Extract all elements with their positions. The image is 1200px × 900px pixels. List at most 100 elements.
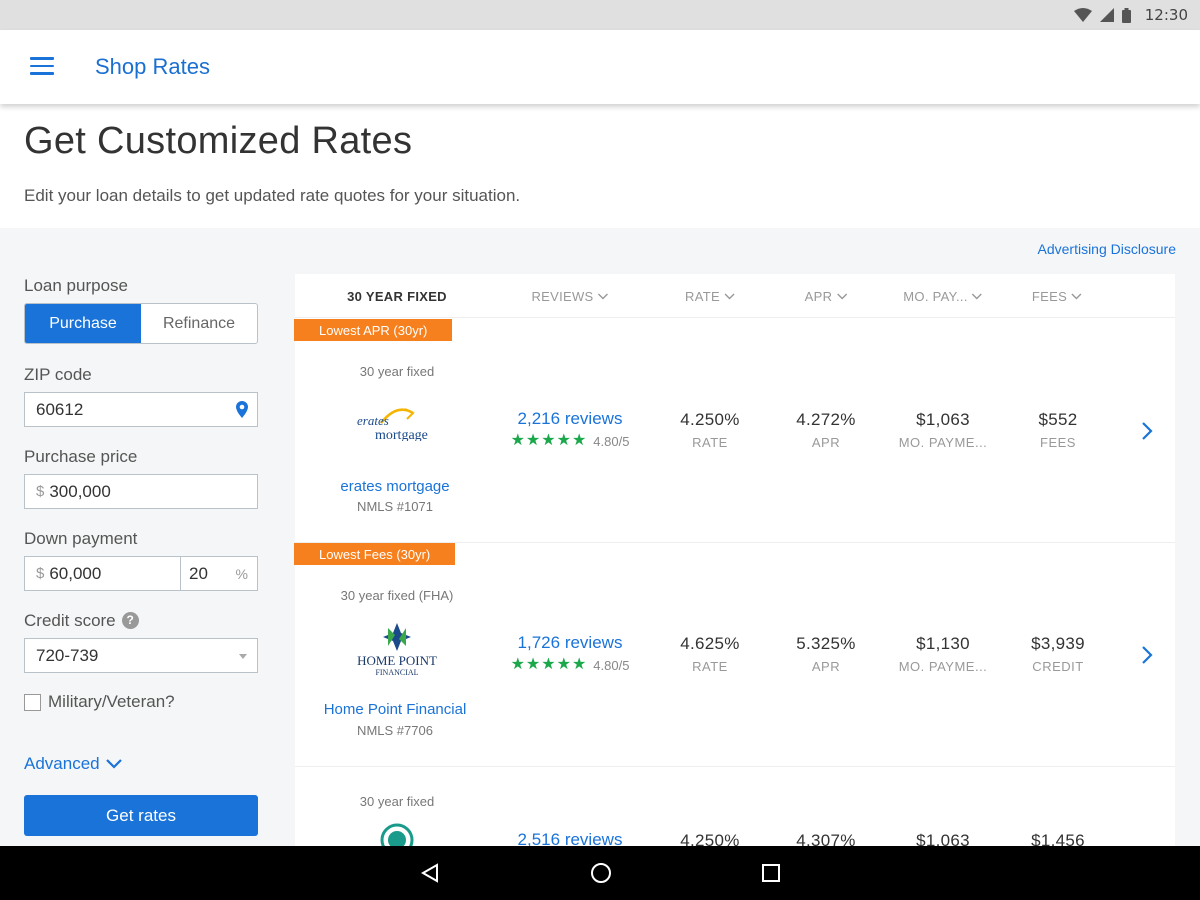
refinance-option[interactable]: Refinance: [141, 304, 257, 343]
loan-type: 30 year fixed (FHA): [340, 588, 454, 603]
col-header-reviews-label: REVIEWS: [531, 289, 594, 304]
wifi-icon: [1073, 8, 1092, 22]
lender-name-link[interactable]: Home Point Financial: [324, 701, 467, 718]
system-nav-bar: [0, 846, 1200, 900]
star-icon: ★: [525, 656, 541, 673]
rating-score: 4.80/5: [593, 433, 630, 449]
home-icon[interactable]: [590, 862, 612, 884]
credit-score-label-text: Credit score: [24, 611, 116, 630]
apr-value: 4.272%: [796, 410, 856, 429]
home-point-financial-logo: HOME POINT FINANCIAL: [352, 621, 442, 682]
col-header-apr-label: APR: [804, 289, 833, 304]
col-header-apr[interactable]: APR: [805, 289, 848, 304]
back-icon[interactable]: [420, 863, 440, 883]
chevron-down-icon: [972, 293, 983, 300]
status-time: 12:30: [1144, 6, 1188, 24]
chevron-right-icon[interactable]: [1141, 421, 1153, 441]
zip-value: 60612: [36, 399, 84, 419]
logo-text-line-1: HOME POINT: [357, 653, 437, 668]
rate-row[interactable]: Lowest APR (30yr) 30 year fixed erates m…: [294, 319, 1175, 543]
rate-value: 4.625%: [680, 634, 740, 653]
military-veteran-row: Military/Veteran?: [24, 692, 175, 712]
star-icon: ★: [556, 656, 571, 673]
payment-label: MO. PAYME...: [898, 435, 988, 450]
chevron-down-icon: [724, 293, 735, 300]
col-header-fees[interactable]: FEES: [1032, 289, 1082, 304]
credit-score-label: Credit score?: [24, 611, 139, 631]
advertising-disclosure-link[interactable]: Advertising Disclosure: [1038, 241, 1177, 257]
menu-icon[interactable]: [30, 57, 54, 77]
rate-label: RATE: [692, 659, 728, 674]
rate-row[interactable]: Lowest Fees (30yr) 30 year fixed (FHA) H…: [294, 543, 1175, 767]
loan-purpose-label: Loan purpose: [24, 276, 128, 295]
advanced-toggle[interactable]: Advanced: [24, 754, 122, 774]
down-payment-amount-input[interactable]: $ 60,000: [24, 556, 181, 591]
chevron-right-icon[interactable]: [1141, 645, 1153, 665]
battery-icon: [1121, 7, 1131, 23]
col-header-rate[interactable]: RATE: [685, 289, 735, 304]
credit-label: CREDIT: [1032, 659, 1084, 674]
reviews-link[interactable]: 2,216 reviews: [518, 409, 623, 429]
help-icon[interactable]: ?: [121, 611, 139, 629]
lender-name-link[interactable]: erates mortgage: [340, 478, 449, 495]
star-icon: ★: [525, 432, 541, 449]
advanced-label: Advanced: [24, 754, 100, 773]
col-header-product-label: 30 YEAR FIXED: [347, 289, 447, 304]
price-input[interactable]: $ 300,000: [24, 474, 258, 509]
page-subtitle: Edit your loan details to get updated ra…: [24, 186, 521, 205]
down-payment-label: Down payment: [24, 529, 138, 548]
down-percent-value: 20: [189, 563, 208, 583]
col-header-payment-label: MO. PAY...: [903, 289, 968, 304]
down-payment-row: $ 60,000 20 %: [24, 556, 258, 591]
dollar-prefix: $: [36, 483, 45, 500]
apr-value: 5.325%: [796, 634, 856, 653]
fees-value: $3,939: [1031, 634, 1085, 653]
loan-type: 30 year fixed: [359, 364, 435, 379]
location-pin-icon[interactable]: [236, 401, 248, 418]
price-value: 300,000: [49, 481, 111, 501]
rate-value: 4.250%: [680, 410, 740, 429]
chevron-down-icon: [1071, 293, 1082, 300]
logo-text-line-2: FINANCIAL: [375, 668, 418, 677]
rating-score: 4.80/5: [593, 657, 630, 673]
apr-label: APR: [811, 435, 841, 450]
loan-purpose-toggle: Purchase Refinance: [24, 303, 258, 344]
zip-input[interactable]: 60612: [24, 392, 258, 427]
purchase-option[interactable]: Purchase: [25, 304, 141, 343]
rate-label: RATE: [692, 435, 728, 450]
logo-text-line-2: mortgage: [375, 428, 428, 441]
star-rating: ★ ★ ★ ★ ★ 4.80/5: [511, 657, 630, 673]
results-header: 30 YEAR FIXED REVIEWS RATE APR MO. PAY..…: [295, 274, 1175, 318]
fees-value: $552: [1038, 410, 1078, 429]
logo-text-line-1: erates: [357, 413, 389, 428]
app-screen: 12:30 Shop Rates Get Customized Rates Ed…: [0, 0, 1200, 900]
lowest-fees-badge: Lowest Fees (30yr): [294, 543, 456, 565]
page-title: Get Customized Rates: [24, 120, 413, 162]
get-rates-button[interactable]: Get rates: [24, 795, 258, 836]
signal-icon: [1099, 8, 1114, 22]
star-rating: ★ ★ ★ ★ ★ 4.80/5: [511, 433, 630, 449]
payment-value: $1,130: [916, 634, 970, 653]
credit-score-value: 720-739: [36, 645, 99, 665]
star-icon: ★: [571, 432, 587, 449]
credit-score-select[interactable]: 720-739: [24, 638, 258, 673]
chevron-down-icon: [105, 759, 122, 769]
dollar-prefix: $: [36, 565, 45, 582]
col-header-payment[interactable]: MO. PAY...: [903, 289, 983, 304]
zip-label: ZIP code: [24, 365, 92, 384]
col-header-reviews[interactable]: REVIEWS: [531, 289, 609, 304]
status-bar: 12:30: [0, 0, 1200, 30]
loan-type: 30 year fixed: [359, 794, 435, 809]
price-label: Purchase price: [24, 447, 138, 466]
reviews-link[interactable]: 1,726 reviews: [518, 633, 623, 653]
apr-label: APR: [811, 659, 841, 674]
app-bar: Shop Rates: [0, 30, 1200, 104]
col-header-product[interactable]: 30 YEAR FIXED: [347, 289, 447, 304]
down-payment-percent-input[interactable]: 20 %: [181, 556, 258, 591]
star-icon: ★: [510, 656, 525, 673]
recents-icon[interactable]: [762, 864, 780, 882]
star-icon: ★: [556, 432, 571, 449]
military-veteran-checkbox[interactable]: [24, 693, 41, 711]
percent-suffix: %: [235, 565, 248, 582]
chevron-down-icon: [598, 293, 609, 300]
